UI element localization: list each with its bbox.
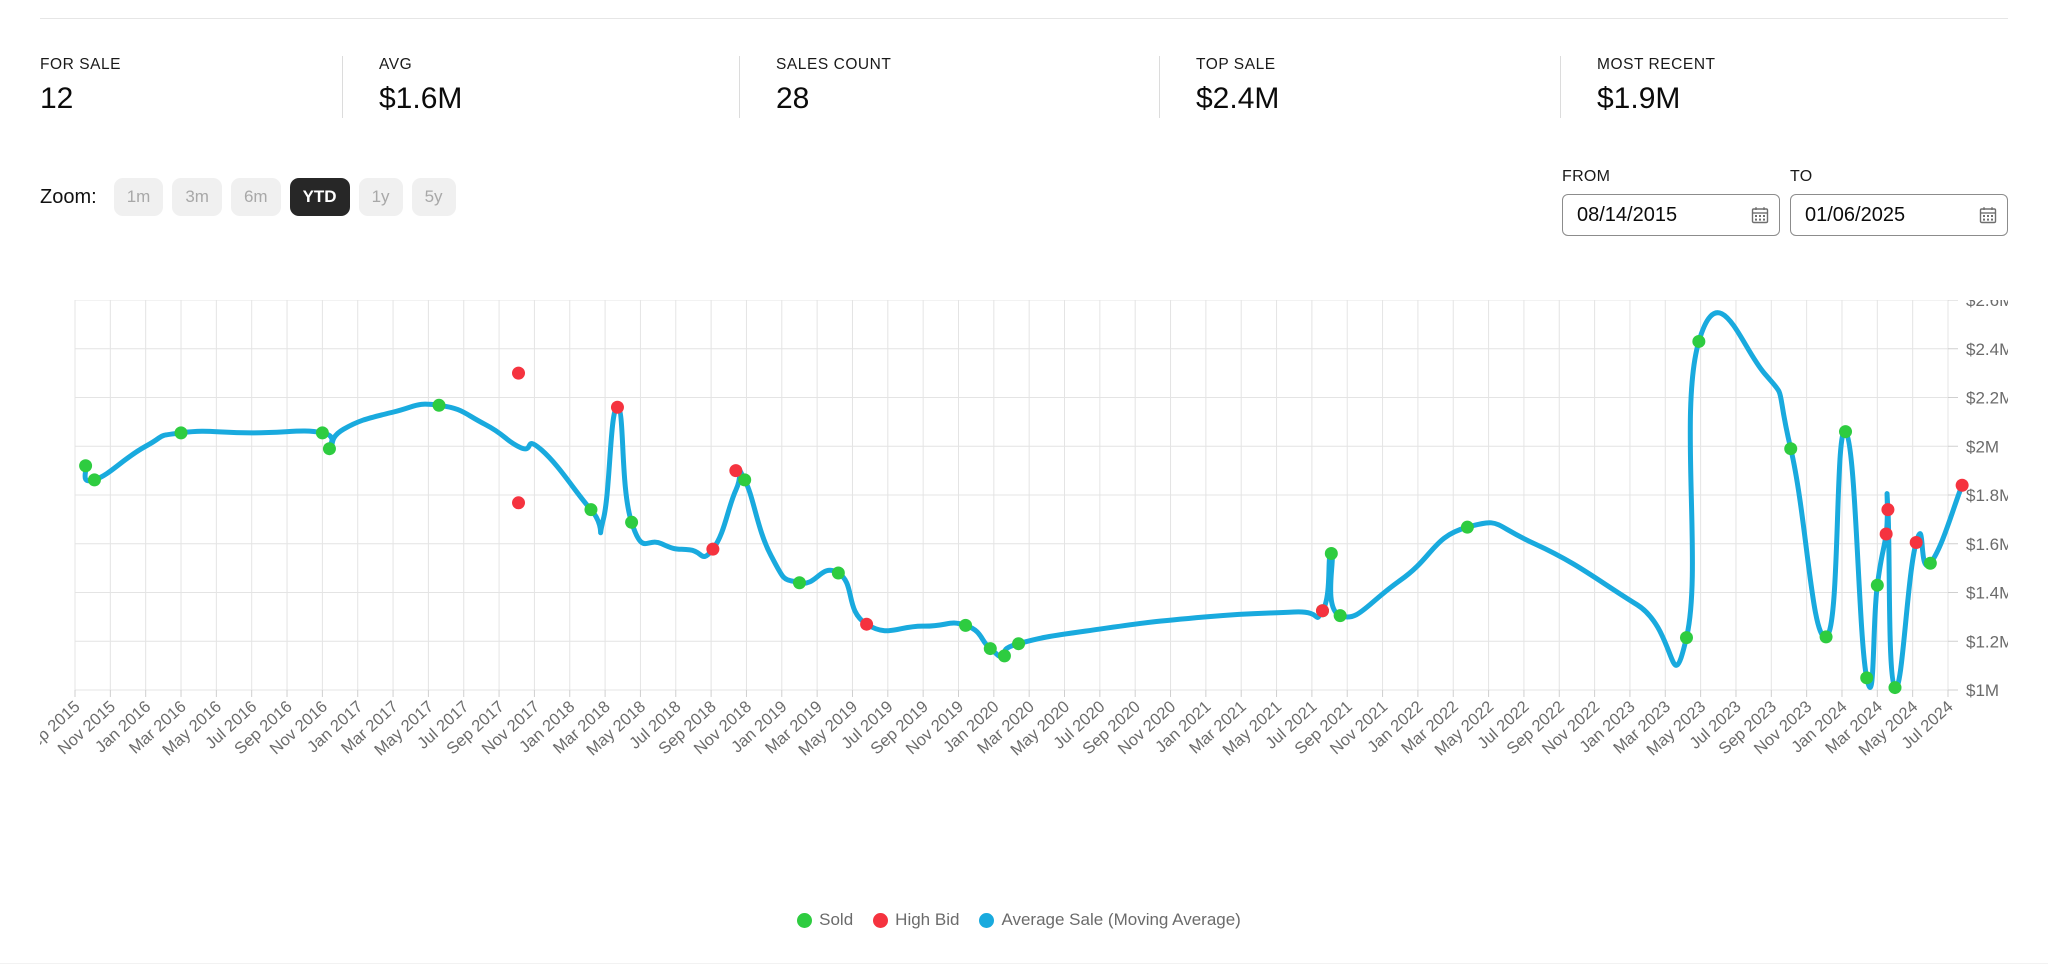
top-divider [40,18,2008,19]
zoom-button-3m[interactable]: 3m [172,178,222,216]
data-point-sold [792,576,806,590]
data-point-sold [1679,631,1693,645]
data-point-sold [1870,578,1884,592]
legend-color-swatch [873,912,889,928]
stat-most-recent: MOST RECENT $1.9M [1560,56,2008,118]
legend-label: Average Sale (Moving Average) [1001,910,1241,929]
data-point-sold [1460,520,1474,534]
zoom-button-6m[interactable]: 6m [230,178,281,216]
legend-label: High Bid [895,910,960,929]
y-axis-tick-label: $1M [1966,681,1999,700]
chart-legend: Sold High Bid Average Sale (Moving Avera… [0,910,2048,930]
legend-item-high-bid[interactable]: High Bid [873,910,959,930]
zoom-button-ytd[interactable]: YTD [289,178,350,216]
data-point-sold [1819,630,1833,644]
zoom-range-group: Zoom: 1m 3m 6m YTD 1y 5y [40,178,456,216]
data-point-high-bid [1879,527,1893,541]
legend-label: Sold [819,910,854,929]
stat-value: 28 [776,82,810,115]
date-to-value: 01/06/2025 [1805,203,1906,226]
stat-value: $1.9M [1597,82,1681,115]
data-point-high-bid [1881,503,1895,517]
chart-controls: Zoom: 1m 3m 6m YTD 1y 5y FROM 08/14/2015 [40,168,2008,236]
stat-sales-count: SALES COUNT 28 [739,56,1159,118]
data-point-sold [1692,334,1706,348]
data-point-high-bid [1955,478,1969,492]
data-point-sold [983,642,997,656]
data-point-sold [79,459,93,473]
date-from-input[interactable]: 08/14/2015 [1562,194,1780,236]
zoom-label: Zoom: [40,185,97,208]
data-point-sold [322,442,336,456]
zoom-button-5y[interactable]: 5y [411,178,456,216]
legend-item-average-sale[interactable]: Average Sale (Moving Average) [979,910,1241,930]
data-point-sold [1860,671,1874,685]
stat-for-sale: FOR SALE 12 [40,56,342,118]
calendar-icon[interactable] [1751,206,1769,224]
y-axis-tick-label: $2.6M [1966,300,2008,310]
data-point-sold [315,426,329,440]
legend-item-sold[interactable]: Sold [797,910,853,930]
data-point-high-bid [512,496,526,510]
y-axis-tick-label: $1.4M [1966,584,2008,603]
date-to-input[interactable]: 01/06/2025 [1790,194,2008,236]
y-axis-tick-label: $1.8M [1966,486,2008,505]
stat-top-sale: TOP SALE $2.4M [1159,56,1560,118]
data-point-sold [997,649,1011,663]
summary-stats: FOR SALE 12 AVG $1.6M SALES COUNT 28 TOP… [40,56,2008,118]
data-point-high-bid [706,542,720,556]
data-point-sold [432,398,446,412]
y-axis-tick-label: $2.4M [1966,340,2008,359]
stat-value: 12 [40,82,74,115]
y-axis-tick-label: $1.6M [1966,535,2008,554]
data-point-sold [1839,425,1853,439]
stat-label: TOP SALE [1196,56,1276,73]
date-to-field: TO 01/06/2025 [1790,168,2008,236]
data-point-sold [1333,609,1347,623]
data-point-sold [625,515,639,529]
legend-color-swatch [797,912,813,928]
data-point-sold [831,566,845,580]
calendar-icon[interactable] [1979,206,1997,224]
y-axis-tick-label: $2M [1966,437,1999,456]
stat-avg: AVG $1.6M [342,56,739,118]
data-point-high-bid [512,366,526,380]
zoom-button-1y[interactable]: 1y [358,178,403,216]
data-point-sold [87,473,101,487]
data-point-high-bid [860,617,874,631]
stat-label: FOR SALE [40,56,122,73]
data-point-high-bid [729,464,743,478]
data-point-high-bid [1315,604,1329,618]
chart-canvas[interactable]: $2.6M $2.4M $2.2M $2M $1.8M $1.6M $1.4M $1.2M $1… [40,300,2008,900]
stat-label: MOST RECENT [1597,56,1716,73]
y-axis-tick-label: $1.2M [1966,632,2008,651]
stat-value: $2.4M [1196,82,1280,115]
date-from-value: 08/14/2015 [1577,203,1678,226]
data-point-high-bid [610,400,624,414]
data-point-sold [1324,547,1338,560]
date-from-field: FROM 08/14/2015 [1562,168,1780,236]
y-axis-tick-label: $2.2M [1966,389,2008,408]
date-range-group: FROM 08/14/2015 TO 01/06/2025 [1562,168,2008,236]
data-point-sold [1923,556,1937,570]
legend-color-swatch [979,912,995,928]
bottom-divider [0,963,2048,964]
data-point-sold [1784,442,1798,456]
data-point-sold [1012,637,1026,651]
series-line-average-sale [82,310,1965,691]
data-point-sold [174,426,188,440]
data-point-high-bid [1909,536,1923,550]
data-point-sold [959,618,973,632]
sales-history-chart[interactable]: $2.6M $2.4M $2.2M $2M $1.8M $1.6M $1.4M $1.2M $1… [40,300,2008,965]
data-point-sold [1888,681,1902,695]
stat-label: AVG [379,56,413,73]
stat-label: SALES COUNT [776,56,892,73]
date-to-label: TO [1790,168,1813,185]
zoom-button-1m[interactable]: 1m [113,178,164,216]
date-from-label: FROM [1562,168,1611,185]
sales-history-panel: FOR SALE 12 AVG $1.6M SALES COUNT 28 TOP… [0,0,2048,965]
data-point-sold [584,503,598,517]
stat-value: $1.6M [379,82,463,115]
